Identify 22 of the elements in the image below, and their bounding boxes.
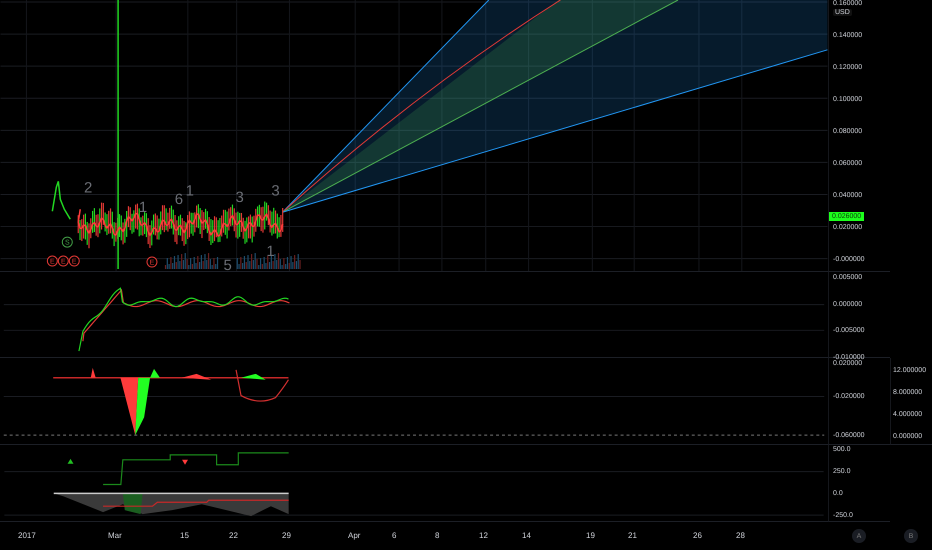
time-axis-label: Apr bbox=[348, 531, 360, 540]
time-axis-label: 29 bbox=[282, 531, 291, 540]
time-axis-label: 14 bbox=[522, 531, 531, 540]
time-axis-label: 26 bbox=[693, 531, 702, 540]
time-axis-label: 28 bbox=[736, 531, 745, 540]
wave-count-label: 6 bbox=[174, 191, 184, 208]
time-axis-label: Mar bbox=[108, 531, 122, 540]
wave-count-label: 3 bbox=[271, 182, 280, 200]
time-axis-label: 15 bbox=[180, 531, 189, 540]
wave-count-label: 1 bbox=[186, 182, 194, 200]
wave-count-label: 5 bbox=[224, 257, 232, 271]
time-axis-label: 6 bbox=[392, 531, 396, 540]
wave-count-label: 1 bbox=[266, 243, 275, 260]
time-axis-label: 8 bbox=[435, 531, 440, 540]
time-axis-label: 22 bbox=[229, 531, 238, 540]
wave-count-label: 3 bbox=[235, 189, 244, 206]
time-axis-label: 19 bbox=[586, 531, 595, 540]
time-axis-label: 2017 bbox=[18, 531, 36, 540]
time-axis-label: 12 bbox=[479, 531, 488, 540]
wave-count-label: 1 bbox=[138, 199, 148, 216]
time-axis-label: 21 bbox=[628, 531, 637, 540]
wave-count-label: 2 bbox=[84, 179, 92, 196]
